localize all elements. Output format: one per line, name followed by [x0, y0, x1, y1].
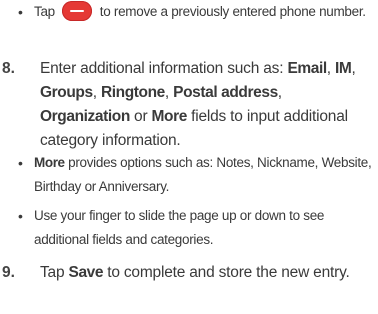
email-term: Email [287, 60, 327, 77]
groups-term: Groups [40, 84, 93, 101]
bullet-slide-page: • Use your finger to slide the page up o… [18, 204, 372, 252]
im-term: IM [335, 60, 352, 77]
ringtone-term: Ringtone [100, 84, 165, 101]
step-9: 9. Tap Save to complete and store the ne… [0, 261, 374, 285]
manual-page: • Tap to remove a previously entered pho… [0, 0, 378, 314]
step-number: 8. [2, 60, 15, 77]
postal-address-term: Postal address [173, 84, 278, 101]
more-term: More [34, 155, 65, 170]
bullet-more-options: • More provides options such as: Notes, … [18, 151, 372, 199]
bullet-slide-text: Use your finger to slide the page up or … [34, 208, 325, 247]
bullet-dot: • [18, 208, 23, 224]
bullet-dot: • [18, 155, 23, 171]
organization-term: Organization [40, 108, 130, 125]
bullet-remove-number: • Tap to remove a previously entered pho… [18, 0, 372, 24]
step-9-text: Tap Save to complete and store the new e… [40, 264, 350, 281]
bullet-dot: • [18, 4, 23, 20]
step-8-text: Enter additional information such as: Em… [40, 60, 356, 149]
save-term: Save [68, 264, 104, 281]
remove-minus-icon [62, 1, 93, 21]
step-8: 8. Enter additional information such as:… [0, 57, 374, 153]
bullet-more-text: More provides options such as: Notes, Ni… [34, 155, 372, 194]
step-number: 9. [2, 264, 15, 281]
bullet-remove-text: Tap to remove a previously entered phone… [34, 0, 372, 24]
more-term: More [151, 108, 188, 125]
